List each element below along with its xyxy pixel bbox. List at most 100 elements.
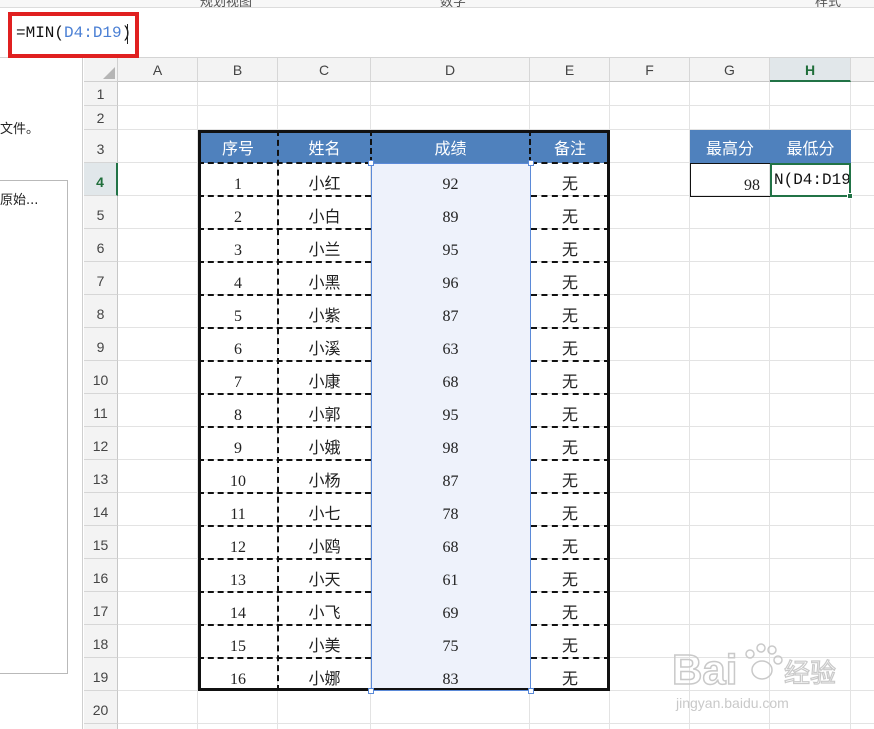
row-header-15[interactable]: 15 bbox=[84, 526, 118, 559]
formula-input[interactable]: =MIN(D4:D19) bbox=[16, 24, 131, 42]
row-header-11[interactable]: 11 bbox=[84, 394, 118, 427]
column-header-f[interactable]: F bbox=[610, 58, 690, 82]
column-header-b[interactable]: B bbox=[198, 58, 278, 82]
table-border bbox=[531, 624, 610, 626]
table-cell[interactable]: 3 bbox=[198, 229, 278, 262]
table-cell[interactable]: 小黑 bbox=[278, 262, 371, 295]
task-pane-list[interactable] bbox=[0, 180, 68, 674]
table-cell[interactable]: 小娜 bbox=[278, 658, 371, 691]
table-cell[interactable]: 小兰 bbox=[278, 229, 371, 262]
table-cell[interactable]: 无 bbox=[530, 328, 610, 361]
table-cell[interactable]: 无 bbox=[530, 229, 610, 262]
task-pane-item[interactable]: 原始... bbox=[0, 189, 38, 208]
table-border bbox=[198, 657, 371, 659]
table-cell[interactable]: 无 bbox=[530, 163, 610, 196]
table-cell[interactable]: 小鸥 bbox=[278, 526, 371, 559]
table-cell[interactable]: 小郭 bbox=[278, 394, 371, 427]
table-cell[interactable]: 小飞 bbox=[278, 592, 371, 625]
table-cell[interactable]: 无 bbox=[530, 295, 610, 328]
table-cell[interactable]: 16 bbox=[198, 658, 278, 691]
table-cell[interactable]: 9 bbox=[198, 427, 278, 460]
table-cell[interactable]: 无 bbox=[530, 592, 610, 625]
table-cell[interactable]: 15 bbox=[198, 625, 278, 658]
row-header-19[interactable]: 19 bbox=[84, 658, 118, 691]
row-header-9[interactable]: 9 bbox=[84, 328, 118, 361]
row-header-2[interactable]: 2 bbox=[84, 106, 118, 130]
range-handle[interactable] bbox=[368, 688, 374, 694]
table-cell[interactable]: 5 bbox=[198, 295, 278, 328]
table-cell[interactable]: 无 bbox=[530, 196, 610, 229]
column-header-a[interactable]: A bbox=[118, 58, 198, 82]
row-header-1[interactable]: 1 bbox=[84, 82, 118, 106]
table-cell[interactable]: 小美 bbox=[278, 625, 371, 658]
row-header-12[interactable]: 12 bbox=[84, 427, 118, 460]
row-header-5[interactable]: 5 bbox=[84, 196, 118, 229]
table-cell[interactable]: 无 bbox=[530, 460, 610, 493]
table-border bbox=[198, 261, 371, 263]
table-cell[interactable]: 无 bbox=[530, 262, 610, 295]
table-cell[interactable]: 8 bbox=[198, 394, 278, 427]
max-score-header[interactable]: 最高分 bbox=[690, 130, 770, 163]
table-cell[interactable]: 小白 bbox=[278, 196, 371, 229]
table-cell[interactable]: 14 bbox=[198, 592, 278, 625]
row-header-21[interactable]: 21 bbox=[84, 724, 118, 729]
table-cell[interactable]: 11 bbox=[198, 493, 278, 526]
row-header-13[interactable]: 13 bbox=[84, 460, 118, 493]
table-cell[interactable]: 4 bbox=[198, 262, 278, 295]
column-header-g[interactable]: G bbox=[690, 58, 770, 82]
table-cell[interactable]: 12 bbox=[198, 526, 278, 559]
table-header-cell[interactable]: 序号 bbox=[198, 130, 278, 163]
table-cell[interactable]: 无 bbox=[530, 559, 610, 592]
table-cell[interactable]: 小杨 bbox=[278, 460, 371, 493]
select-all-corner[interactable] bbox=[84, 58, 118, 82]
table-cell[interactable]: 无 bbox=[530, 361, 610, 394]
spreadsheet-grid[interactable]: ABCDEFGH12345678910111213141516171819202… bbox=[84, 58, 874, 729]
table-border bbox=[198, 130, 201, 691]
range-handle[interactable] bbox=[528, 160, 534, 166]
table-cell[interactable]: 2 bbox=[198, 196, 278, 229]
column-header-i[interactable] bbox=[851, 58, 874, 82]
table-cell[interactable]: 无 bbox=[530, 526, 610, 559]
min-score-header[interactable]: 最低分 bbox=[770, 130, 851, 163]
table-cell[interactable]: 无 bbox=[530, 658, 610, 691]
range-handle[interactable] bbox=[368, 160, 374, 166]
table-cell[interactable]: 1 bbox=[198, 163, 278, 196]
row-header-4[interactable]: 4 bbox=[84, 163, 118, 196]
row-header-16[interactable]: 16 bbox=[84, 559, 118, 592]
column-header-e[interactable]: E bbox=[530, 58, 610, 82]
table-header-cell[interactable]: 姓名 bbox=[278, 130, 371, 163]
min-score-formula-cell[interactable]: N(D4:D19) bbox=[773, 166, 849, 194]
table-cell[interactable]: 小康 bbox=[278, 361, 371, 394]
table-header-cell[interactable]: 备注 bbox=[530, 130, 610, 163]
row-header-7[interactable]: 7 bbox=[84, 262, 118, 295]
table-cell[interactable]: 小七 bbox=[278, 493, 371, 526]
max-score-value[interactable]: 98 bbox=[690, 163, 770, 197]
table-cell[interactable]: 小紫 bbox=[278, 295, 371, 328]
row-header-20[interactable]: 20 bbox=[84, 691, 118, 724]
row-header-8[interactable]: 8 bbox=[84, 295, 118, 328]
table-cell[interactable]: 小娥 bbox=[278, 427, 371, 460]
table-cell[interactable]: 小溪 bbox=[278, 328, 371, 361]
table-cell[interactable]: 无 bbox=[530, 493, 610, 526]
table-cell[interactable]: 小红 bbox=[278, 163, 371, 196]
table-cell[interactable]: 无 bbox=[530, 427, 610, 460]
row-header-14[interactable]: 14 bbox=[84, 493, 118, 526]
row-header-18[interactable]: 18 bbox=[84, 625, 118, 658]
range-handle[interactable] bbox=[528, 688, 534, 694]
table-cell[interactable]: 无 bbox=[530, 625, 610, 658]
column-header-d[interactable]: D bbox=[371, 58, 530, 82]
table-header-cell[interactable]: 成绩 bbox=[371, 130, 530, 163]
column-header-c[interactable]: C bbox=[278, 58, 371, 82]
fill-handle[interactable] bbox=[847, 193, 853, 199]
table-cell[interactable]: 小天 bbox=[278, 559, 371, 592]
table-cell[interactable]: 无 bbox=[530, 394, 610, 427]
row-header-17[interactable]: 17 bbox=[84, 592, 118, 625]
row-header-10[interactable]: 10 bbox=[84, 361, 118, 394]
row-header-6[interactable]: 6 bbox=[84, 229, 118, 262]
column-header-h[interactable]: H bbox=[770, 58, 851, 82]
table-cell[interactable]: 6 bbox=[198, 328, 278, 361]
table-cell[interactable]: 7 bbox=[198, 361, 278, 394]
table-cell[interactable]: 13 bbox=[198, 559, 278, 592]
table-cell[interactable]: 10 bbox=[198, 460, 278, 493]
row-header-3[interactable]: 3 bbox=[84, 130, 118, 163]
